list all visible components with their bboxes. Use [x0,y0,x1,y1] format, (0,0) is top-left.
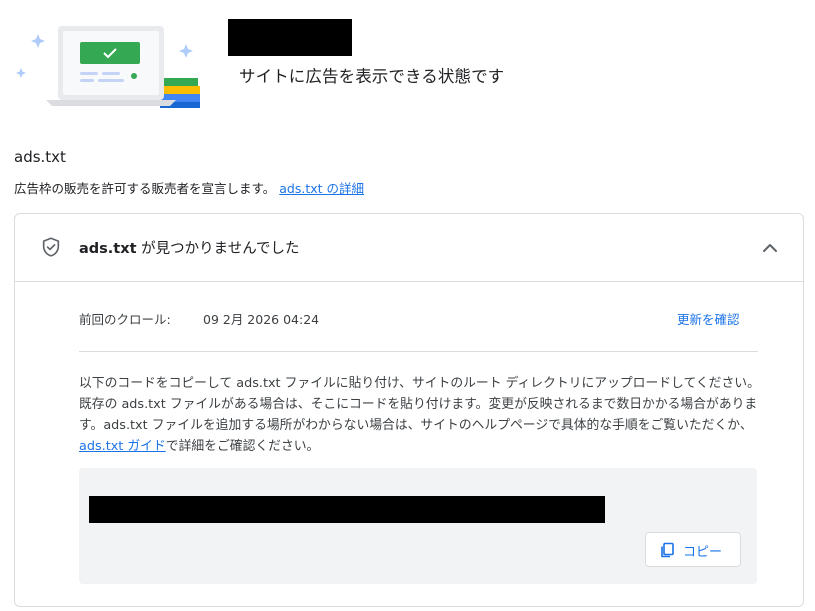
instructions-text: 以下のコードをコピーして ads.txt ファイルに貼り付け、サイトのルート デ… [79,373,769,457]
instructions-main: 以下のコードをコピーして ads.txt ファイルに貼り付け、サイトのルート デ… [79,376,760,433]
site-status-text: サイトに広告を表示できる状態です [239,67,505,86]
chevron-up-icon[interactable] [760,238,780,258]
card-title-status: が見つかりませんでした [136,241,300,257]
card-header[interactable]: ads.txt が見つかりませんでした [15,214,803,282]
ads-txt-details-link[interactable]: ads.txt の詳細 [279,181,364,196]
ads-txt-guide-link[interactable]: ads.txt ガイド [79,439,166,454]
card-title-filename: ads.txt [79,241,137,257]
ads-txt-code-redacted [89,496,605,523]
ads-txt-status-card: ads.txt が見つかりませんでした 前回のクロール: 09 2月 2026 … [14,213,804,607]
instructions-end: で詳細をご確認ください。 [165,439,320,454]
ads-txt-code-box: コピー [79,468,757,584]
shield-check-icon [40,236,62,258]
copy-button[interactable]: コピー [645,532,741,567]
hero-illustration [16,16,202,108]
section-description-text: 広告枠の販売を許可する販売者を宣言します。 [14,181,276,196]
card-title: ads.txt が見つかりませんでした [79,237,299,258]
site-name-redacted [228,19,352,56]
laptop-illustration [16,26,200,108]
last-crawl-label: 前回のクロール: [79,312,171,327]
last-crawl-value: 09 2月 2026 04:24 [203,312,320,327]
divider [79,351,758,352]
section-title: ads.txt [14,148,66,166]
check-for-updates-link[interactable]: 更新を確認 [677,309,740,328]
copy-icon [659,542,675,558]
section-description: 広告枠の販売を許可する販売者を宣言します。 ads.txt の詳細 [14,178,364,197]
copy-button-label: コピー [683,545,723,560]
